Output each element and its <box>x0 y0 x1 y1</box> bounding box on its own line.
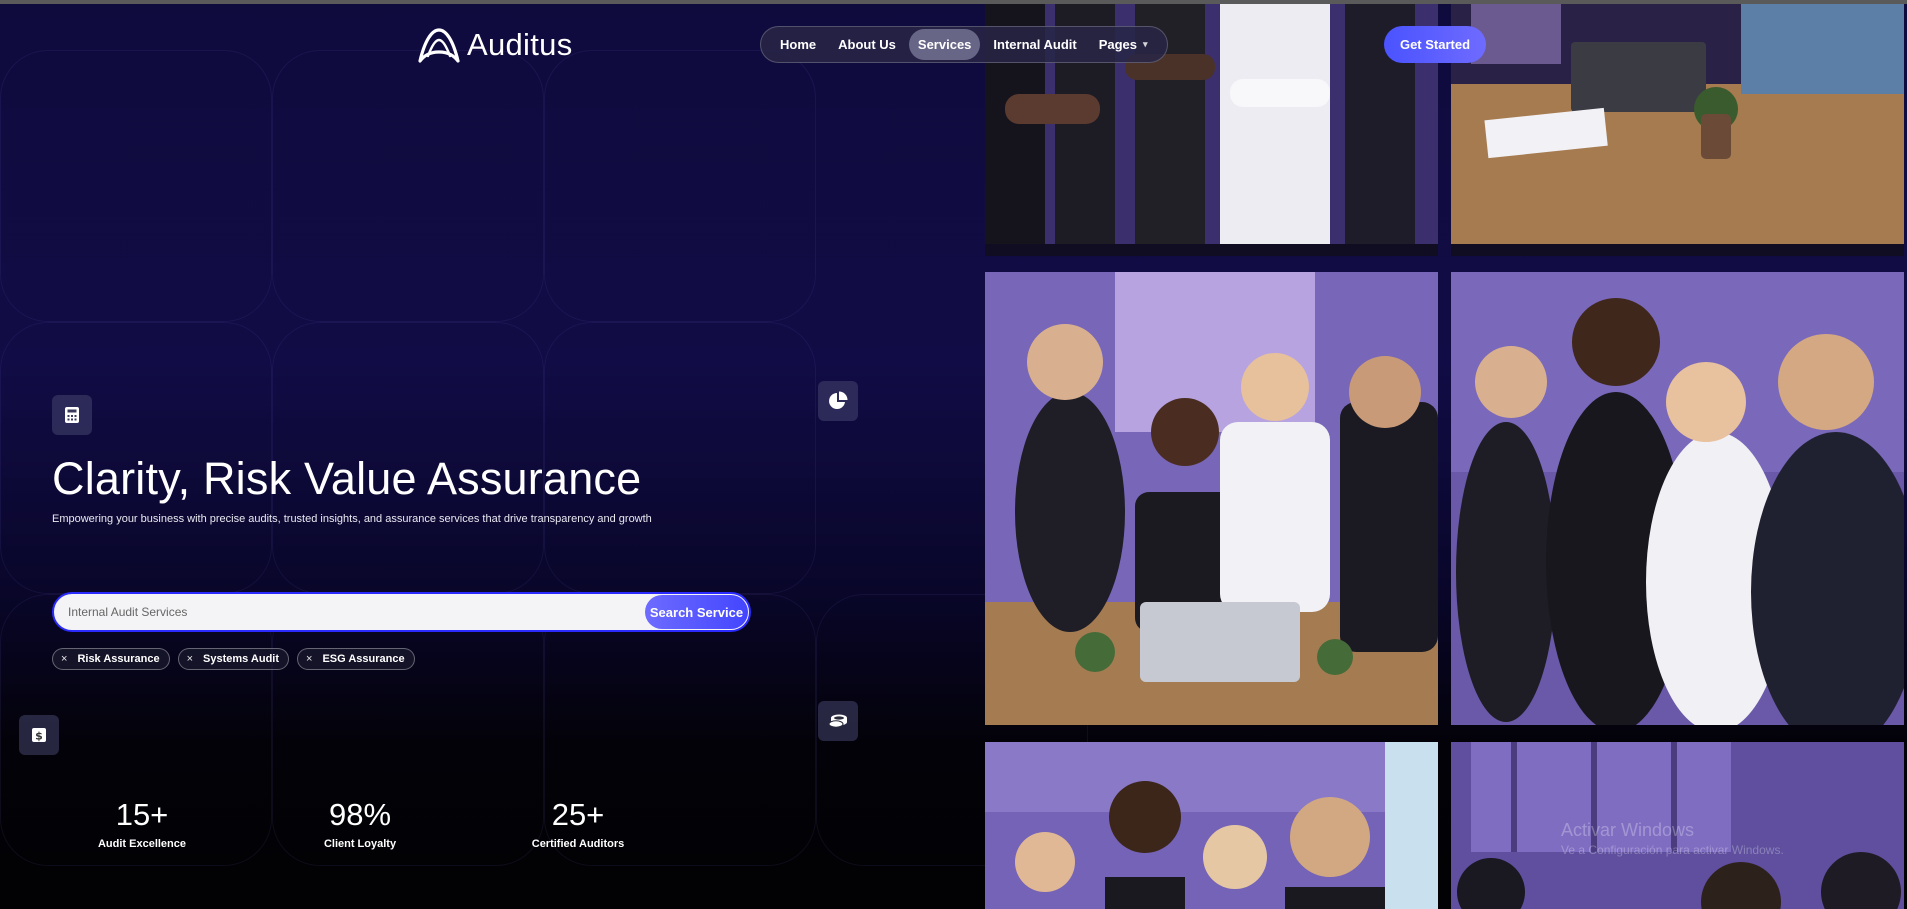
photo-illustration <box>985 272 1438 725</box>
window-top-border <box>0 0 1907 4</box>
calculator-icon-box <box>52 395 92 435</box>
nav-item-about-us[interactable]: About Us <box>829 29 905 60</box>
stat-value: 25+ <box>551 797 605 832</box>
pie-chart-icon-box <box>818 381 858 421</box>
get-started-button[interactable]: Get Started <box>1384 26 1486 63</box>
photo-illustration <box>1451 272 1904 725</box>
photo-illustration <box>1451 4 1904 256</box>
nav-item-pages-label: Pages <box>1098 37 1138 52</box>
coins-icon <box>828 714 847 728</box>
close-icon[interactable]: × <box>306 653 312 665</box>
hero-subtitle: Empowering your business with precise au… <box>52 513 652 525</box>
watermark-line-2: Ve a Configuración para activar Windows. <box>1561 843 1784 857</box>
chip-label: Risk Assurance <box>77 653 160 665</box>
chip-esg-assurance[interactable]: × ESG Assurance <box>297 648 415 670</box>
stat-value: 15+ <box>115 797 169 832</box>
chip-risk-assurance[interactable]: × Risk Assurance <box>52 648 170 670</box>
stat-label: Certified Auditors <box>531 838 625 850</box>
decorative-tile <box>272 50 544 322</box>
brand-logo-link[interactable]: Auditus <box>417 26 573 64</box>
search-service-button[interactable]: Search Service <box>645 595 748 629</box>
nav-item-services[interactable]: Services <box>908 29 981 60</box>
main-navigation: Home About Us Services Internal Audit Pa… <box>760 26 1168 63</box>
close-icon[interactable]: × <box>187 653 193 665</box>
chevron-down-icon: ▾ <box>1143 39 1148 49</box>
stat-label: Client Loyalty <box>323 838 397 850</box>
chip-label: ESG Assurance <box>322 653 405 665</box>
svg-text:$: $ <box>35 730 43 743</box>
stat-audit-excellence: 15+ Audit Excellence <box>72 797 212 850</box>
coins-icon-box <box>818 701 858 741</box>
nav-item-pages[interactable]: Pages ▾ <box>1090 29 1157 60</box>
photo-team-standing-side-view <box>1451 272 1904 725</box>
chip-label: Systems Audit <box>203 653 280 665</box>
nav-item-home[interactable]: Home <box>771 29 825 60</box>
stat-value: 98% <box>328 797 392 832</box>
windows-activation-watermark: Activar Windows Ve a Configuración para … <box>1561 820 1784 857</box>
close-icon[interactable]: × <box>61 653 67 665</box>
stat-certified-auditors: 25+ Certified Auditors <box>508 797 648 850</box>
service-search-bar: Search Service <box>52 592 751 632</box>
photo-team-portrait-front <box>985 742 1438 909</box>
calculator-icon <box>65 407 79 423</box>
dollar-icon-box: $ <box>19 715 59 755</box>
stat-label: Audit Excellence <box>97 838 187 850</box>
photo-illustration <box>985 742 1438 909</box>
filter-chips: × Risk Assurance × Systems Audit × ESG A… <box>52 648 415 670</box>
watermark-line-1: Activar Windows <box>1561 820 1695 840</box>
search-input[interactable] <box>68 594 628 630</box>
photo-meeting-table-laptop <box>1451 4 1904 256</box>
auditus-logo-icon <box>418 28 460 63</box>
dollar-sign-icon: $ <box>32 728 46 743</box>
nav-item-internal-audit[interactable]: Internal Audit <box>984 29 1085 60</box>
decorative-tile <box>544 50 816 322</box>
stat-client-loyalty: 98% Client Loyalty <box>290 797 430 850</box>
chip-systems-audit[interactable]: × Systems Audit <box>177 648 290 670</box>
decorative-tile <box>0 50 272 322</box>
hero-section: Auditus Home About Us Services Internal … <box>0 0 1907 909</box>
pie-chart-icon <box>829 391 848 409</box>
brand-name: Auditus <box>467 27 573 62</box>
hero-title: Clarity, Risk Value Assurance <box>52 453 642 504</box>
photo-team-around-laptop <box>985 272 1438 725</box>
